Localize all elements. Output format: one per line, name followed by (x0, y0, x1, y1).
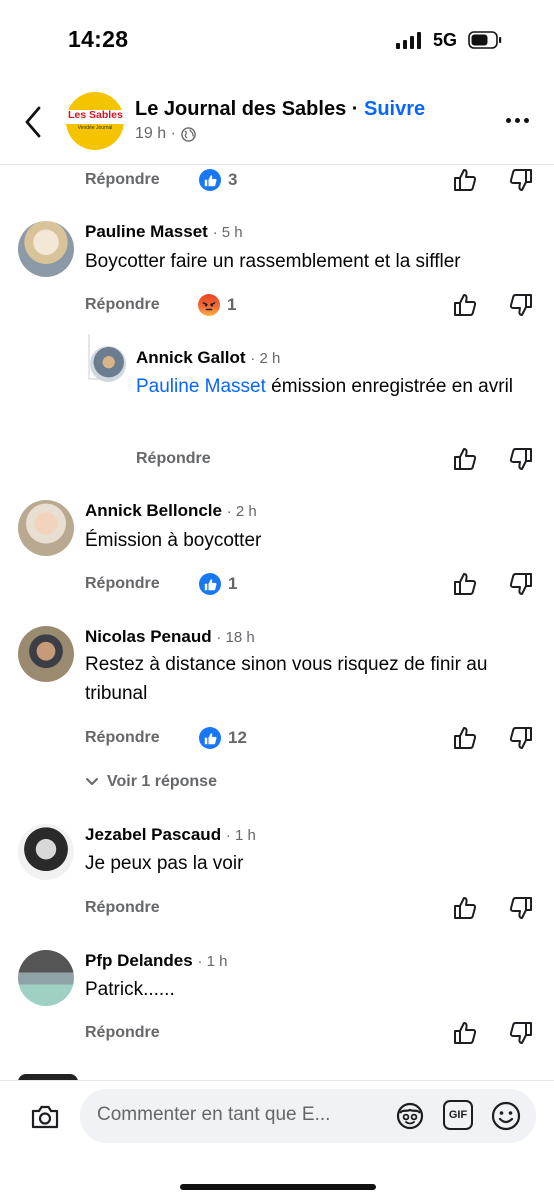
upvote-icon[interactable] (452, 1020, 478, 1046)
reaction-count: 12 (228, 728, 247, 747)
downvote-icon[interactable] (508, 1020, 534, 1046)
battery-icon (468, 31, 502, 49)
avatar[interactable] (18, 824, 74, 880)
camera-icon[interactable] (30, 1104, 60, 1130)
reaction-summary[interactable]: 3 (199, 169, 237, 191)
comment-text: Je peux pas la voir (85, 853, 244, 874)
downvote-icon[interactable] (508, 571, 534, 597)
upvote-icon[interactable] (452, 895, 478, 921)
reaction-count: 1 (228, 574, 238, 593)
reaction-summary[interactable]: 1 (199, 573, 237, 595)
reaction-summary[interactable]: 12 (199, 727, 247, 749)
angry-reaction-icon (198, 294, 220, 316)
comment-time: · 2 h (250, 350, 281, 367)
reply-button[interactable]: Répondre (136, 450, 211, 468)
avatar[interactable] (18, 950, 74, 1006)
gif-label: GIF (448, 1109, 468, 1121)
logo-subtext: Vendée Journal (77, 125, 113, 131)
avatar[interactable] (18, 626, 74, 682)
network-type: 5G (433, 30, 458, 50)
comment-author[interactable]: Pfp Delandes · 1 h (85, 951, 227, 971)
comment-text: Émission à boycotter (85, 530, 262, 551)
page-name-link[interactable]: Le Journal des Sables (135, 98, 346, 120)
page-title: Le Journal des Sables · Suivre (135, 98, 425, 121)
like-reaction-icon (199, 727, 221, 749)
mention-link[interactable]: Pauline Masset (136, 376, 266, 397)
comment-time: · 1 h (225, 827, 256, 844)
comment-author[interactable]: Annick Belloncle · 2 h (85, 501, 257, 521)
avatar[interactable] (18, 221, 74, 277)
back-arrow-icon[interactable] (22, 104, 46, 140)
reply-button[interactable]: Répondre (85, 575, 160, 593)
comment-text: Pauline Masset émission enregistrée en a… (136, 376, 514, 397)
comment-text: Boycotter faire un rassemblement et la s… (85, 251, 461, 272)
comment-text: Restez à distance sinon vous risquez de … (85, 654, 488, 704)
upvote-icon[interactable] (452, 725, 478, 751)
avatar-sticker-icon[interactable] (394, 1100, 426, 1132)
reaction-count: 3 (228, 170, 238, 189)
home-indicator (180, 1184, 376, 1190)
reply-thread-line (88, 334, 90, 380)
avatar[interactable] (90, 346, 126, 382)
like-reaction-icon (199, 573, 221, 595)
follow-button[interactable]: Suivre (364, 98, 425, 120)
view-replies-button[interactable]: Voir 1 réponse (85, 773, 217, 791)
signal-icon (396, 32, 421, 49)
page-logo[interactable]: Les Sables Vendée Journal (66, 92, 124, 150)
reaction-summary[interactable]: 1 (198, 294, 236, 316)
upvote-icon[interactable] (452, 571, 478, 597)
comment-time: · 5 h (212, 224, 243, 241)
emoji-icon[interactable] (490, 1100, 522, 1132)
upvote-icon[interactable] (452, 292, 478, 318)
gif-button[interactable]: GIF (443, 1100, 473, 1130)
more-options-icon[interactable] (506, 118, 529, 123)
upvote-icon[interactable] (452, 167, 478, 193)
downvote-icon[interactable] (508, 895, 534, 921)
comment-author[interactable]: Jezabel Pascaud · 1 h (85, 825, 256, 845)
downvote-icon[interactable] (508, 292, 534, 318)
downvote-icon[interactable] (508, 446, 534, 472)
downvote-icon[interactable] (508, 725, 534, 751)
like-reaction-icon (199, 169, 221, 191)
comment-author[interactable]: Annick Gallot · 2 h (136, 348, 280, 368)
logo-text: Les Sables (68, 109, 123, 121)
reply-button[interactable]: Répondre (85, 899, 160, 917)
reply-button[interactable]: Répondre (85, 1024, 160, 1042)
comment-author[interactable]: Pauline Masset · 5 h (85, 222, 243, 242)
comment-author[interactable]: Nicolas Penaud · 18 h (85, 627, 255, 647)
comment-placeholder: Commenter en tant que E... (97, 1104, 331, 1125)
upvote-icon[interactable] (452, 446, 478, 472)
status-time: 14:28 (68, 26, 129, 52)
globe-icon (181, 126, 196, 142)
reply-button[interactable]: Répondre (85, 729, 160, 747)
comment-time: · 2 h (226, 503, 257, 520)
reply-button[interactable]: Répondre (85, 171, 160, 189)
header-divider (0, 164, 554, 165)
avatar[interactable] (18, 500, 74, 556)
comment-time: · 1 h (197, 953, 228, 970)
reply-button[interactable]: Répondre (85, 296, 160, 314)
title-separator: · (351, 98, 359, 120)
post-meta: 19 h · (135, 125, 196, 143)
reaction-count: 1 (227, 295, 237, 314)
post-time: 19 h · (135, 125, 176, 142)
comment-time: · 18 h (216, 629, 255, 646)
comment-text: Patrick...... (85, 979, 175, 1000)
chevron-down-icon (86, 778, 98, 785)
downvote-icon[interactable] (508, 167, 534, 193)
